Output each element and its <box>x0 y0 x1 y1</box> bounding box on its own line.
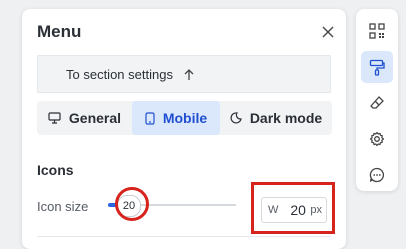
highlight-circle <box>115 187 149 221</box>
tab-mobile[interactable]: Mobile <box>132 101 220 135</box>
qr-code-button[interactable] <box>361 15 393 47</box>
moon-icon <box>230 112 242 124</box>
panel-title: Menu <box>37 22 82 41</box>
chat-button[interactable] <box>361 159 393 191</box>
panel-header: Menu <box>37 21 337 43</box>
divider <box>37 236 331 237</box>
tab-dark-mode-label: Dark mode <box>249 110 323 126</box>
side-toolbar <box>356 9 398 191</box>
qr-code-icon <box>369 23 385 39</box>
device-tabs: General Mobile Dark mode <box>37 101 332 135</box>
paint-roller-icon <box>369 59 385 76</box>
tab-mobile-label: Mobile <box>162 110 208 126</box>
icons-heading: Icons <box>37 162 74 178</box>
mobile-icon <box>145 111 155 125</box>
to-section-settings-link[interactable]: To section settings <box>37 55 331 93</box>
section-link-label: To section settings <box>66 66 173 82</box>
close-icon[interactable] <box>319 23 337 41</box>
settings-button[interactable] <box>361 123 393 155</box>
desktop-icon <box>48 112 61 124</box>
tab-dark-mode[interactable]: Dark mode <box>220 101 332 135</box>
eraser-button[interactable] <box>361 87 393 119</box>
highlight-rectangle <box>251 182 335 234</box>
tab-general-label: General <box>68 110 122 126</box>
icon-size-label: Icon size <box>37 199 89 214</box>
tab-general[interactable]: General <box>37 101 132 135</box>
arrow-up-icon <box>183 68 195 81</box>
menu-panel: Menu To section settings General Mobile … <box>22 9 346 249</box>
paint-roller-button[interactable] <box>361 51 393 83</box>
settings-gear-icon <box>369 131 385 147</box>
eraser-icon <box>370 96 384 109</box>
chat-bubble-icon <box>369 167 385 183</box>
